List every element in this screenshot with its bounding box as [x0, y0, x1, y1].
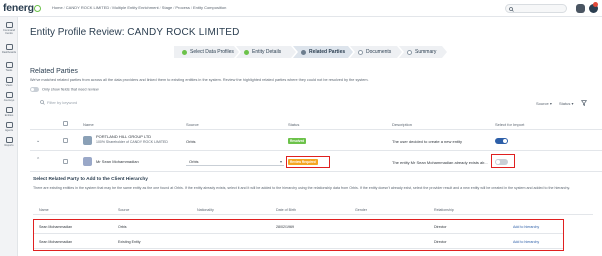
column-description[interactable]: Description	[392, 122, 412, 127]
notifications-icon[interactable]	[576, 4, 585, 13]
step-complete-icon	[244, 50, 249, 55]
column-gender: Gender	[355, 208, 367, 212]
column-source[interactable]: Source	[186, 122, 199, 127]
step-entity-details[interactable]: Entity Details	[236, 46, 296, 58]
tasks-icon	[5, 62, 13, 68]
candidate-table-header: Name Source Nationality Date of Birth Ge…	[33, 205, 593, 215]
select-related-party-description: There are existing entities in the syste…	[33, 186, 570, 190]
fenergo-logo[interactable]: fenerg	[3, 2, 42, 14]
nav-entities[interactable]: Entities	[0, 107, 18, 117]
related-party-description: The entity Mr Sean Mohammadian already e…	[392, 160, 488, 165]
step-summary[interactable]: Summary	[399, 46, 447, 58]
breadcrumb-home[interactable]: Home	[52, 5, 63, 10]
agents-icon	[5, 122, 13, 128]
breadcrumb-client[interactable]: CANDY ROCK LIMITED	[66, 5, 110, 10]
chevron-down-icon[interactable]: ⌄	[36, 138, 40, 144]
status-badge: Resolved	[288, 138, 307, 144]
page-title-entity: CANDY ROCK LIMITED	[127, 27, 240, 38]
step-pending-icon	[407, 50, 412, 55]
top-bar: fenerg Home/CANDY ROCK LIMITED/Multiple …	[0, 0, 602, 17]
chevron-down-icon: ▾	[571, 101, 574, 106]
step-documents[interactable]: Documents	[350, 46, 402, 58]
page-title: Entity Profile Review: CANDY ROCK LIMITE…	[30, 27, 240, 38]
filter-funnel-icon[interactable]	[580, 100, 588, 107]
nav-dashboards[interactable]: Dashboards	[0, 44, 18, 54]
nav-command-centre[interactable]: Command Centre	[0, 22, 18, 35]
filter-placeholder: Filter by keyword	[47, 100, 78, 105]
review-status-highlight	[286, 156, 330, 168]
notification-badge	[593, 2, 598, 7]
logo-mark	[34, 4, 42, 12]
source-select[interactable]: Orbis ▾	[186, 157, 284, 166]
related-party-description: The user decided to create a new entity	[392, 139, 463, 144]
column-name: Name	[39, 208, 49, 212]
column-name[interactable]: Name	[83, 122, 94, 127]
only-show-review-toggle[interactable]	[30, 87, 39, 92]
entities-icon	[5, 107, 13, 113]
select-related-party-title: Select Related Party to Add to the Clien…	[33, 177, 148, 182]
only-show-review-row: Only show fields that need review	[30, 87, 99, 92]
related-party-source: Orbis	[186, 139, 196, 144]
nav-tasks[interactable]: Tasks	[0, 62, 18, 72]
breadcrumb: Home/CANDY ROCK LIMITED/Multiple Entity …	[52, 5, 227, 10]
page-title-prefix: Entity Profile Review:	[30, 27, 125, 38]
source-filter-dropdown[interactable]: Source ▾	[536, 101, 552, 106]
column-status[interactable]: Status	[288, 122, 299, 127]
related-party-name[interactable]: PORTLAND HILL GROUP LTD	[96, 134, 151, 139]
select-all-checkbox[interactable]	[63, 121, 68, 126]
person-icon	[83, 157, 92, 166]
views-icon	[5, 77, 13, 83]
column-nationality: Nationality	[197, 208, 214, 212]
row-checkbox[interactable]	[63, 159, 68, 164]
candidate-rows-highlight	[33, 219, 564, 251]
left-sidebar: Command Centre Dashboards Tasks Views Jo…	[0, 17, 18, 256]
import-toggle-highlight	[491, 154, 515, 168]
related-party-name[interactable]: Mr Sean Mohammadian	[96, 159, 139, 165]
search-icon	[509, 6, 514, 12]
step-current-icon	[301, 50, 306, 55]
step-select-data-profiles[interactable]: Select Data Profiles	[174, 46, 239, 58]
breadcrumb-stage[interactable]: Stage	[162, 5, 172, 10]
dashboard-icon	[5, 44, 13, 50]
related-parties-table-header: Name Source Status Description Select fo…	[30, 118, 602, 130]
select-for-import-toggle[interactable]	[495, 138, 508, 144]
step-complete-icon	[182, 50, 187, 55]
company-icon	[83, 136, 92, 145]
nav-reports[interactable]: Reports	[0, 137, 18, 147]
row-checkbox[interactable]	[63, 138, 68, 143]
breadcrumb-journey[interactable]: Multiple Entity Enrichment	[112, 5, 158, 10]
global-search-input[interactable]	[505, 4, 567, 13]
chevron-down-icon: ▾	[549, 101, 552, 106]
breadcrumb-current: Entity Composition	[192, 5, 227, 10]
column-relationship: Relationship	[434, 208, 454, 212]
reports-icon	[5, 137, 13, 143]
related-parties-description: We've matched related parties from acros…	[30, 78, 369, 82]
step-related-parties[interactable]: Related Parties	[293, 46, 353, 58]
nav-views[interactable]: Views	[0, 77, 18, 87]
chevron-up-icon[interactable]: ⌃	[36, 157, 40, 163]
only-show-review-label: Only show fields that need review	[42, 87, 99, 92]
keyword-filter-input[interactable]: Filter by keyword	[40, 100, 78, 105]
table-row[interactable]: ⌄ PORTLAND HILL GROUP LTD 100% Sharehold…	[30, 131, 602, 151]
related-party-role: 100% Shareholder of CANDY ROCK LIMITED	[96, 139, 168, 144]
status-filter-dropdown[interactable]: Status ▾	[559, 101, 573, 106]
nav-agents[interactable]: Agents	[0, 122, 18, 132]
breadcrumb-process[interactable]: Process	[175, 5, 189, 10]
step-pending-icon	[358, 50, 363, 55]
logo-text: fenerg	[3, 2, 34, 14]
command-centre-icon	[5, 22, 13, 28]
related-parties-title: Related Parties	[30, 68, 78, 75]
chevron-down-icon: ▾	[279, 159, 282, 164]
column-source: Source	[118, 208, 130, 212]
search-icon	[40, 100, 45, 105]
column-select-for-import[interactable]: Select for Import	[495, 122, 524, 127]
journeys-icon	[5, 92, 13, 98]
column-date-of-birth: Date of Birth	[276, 208, 296, 212]
nav-journeys[interactable]: Journeys	[0, 92, 18, 102]
